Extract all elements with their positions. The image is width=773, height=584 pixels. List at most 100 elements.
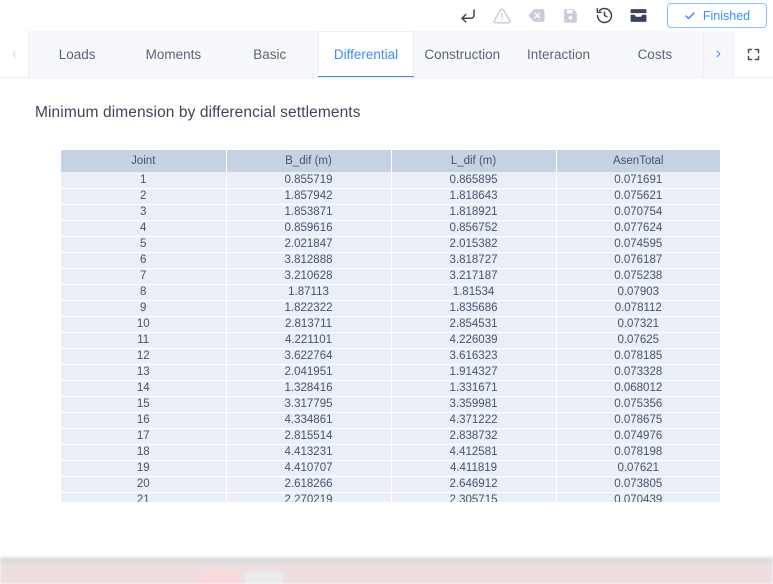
results-table: Joint B_dif (m) L_dif (m) AsenTotal 1 0.8… [61, 150, 720, 502]
table-row[interactable]: 9 1.822322 1.835686 0.078112 [61, 300, 720, 317]
column-header-asentotal: AsenTotal [556, 150, 720, 172]
tabs-prev-arrow-icon[interactable] [0, 31, 28, 77]
tab-costs[interactable]: Costs [606, 31, 703, 77]
table-row[interactable]: 3 1.853871 1.818921 0.070754 [61, 204, 720, 221]
cell-asentotal: 0.076187 [556, 252, 720, 269]
cell-l-dif: 2.646912 [391, 476, 557, 493]
table-row[interactable]: 11 4.221101 4.226039 0.07625 [61, 332, 720, 349]
cell-b-dif: 3.317795 [226, 396, 392, 413]
cell-asentotal: 0.075356 [556, 396, 720, 413]
tab-label: Construction [424, 46, 501, 62]
cell-l-dif: 3.359981 [391, 396, 557, 413]
tab-interaction[interactable]: Interaction [510, 31, 607, 77]
cell-joint: 17 [61, 428, 227, 445]
table-row[interactable]: 13 2.041951 1.914327 0.073328 [61, 364, 720, 381]
page-title: Minimum dimension by differencial settle… [35, 104, 361, 121]
table-row[interactable]: 17 2.815514 2.838732 0.074976 [61, 428, 720, 445]
cell-asentotal: 0.07621 [556, 460, 720, 477]
cell-joint: 6 [61, 252, 227, 269]
taskbar-chip-gray [245, 571, 283, 584]
table-row[interactable]: 2 1.857942 1.818643 0.075621 [61, 188, 720, 205]
cell-b-dif: 2.813711 [226, 316, 392, 333]
inbox-tray-icon[interactable] [621, 1, 655, 31]
tab-label: Costs [637, 46, 673, 62]
table-row[interactable]: 16 4.334861 4.371222 0.078675 [61, 412, 720, 429]
cell-asentotal: 0.07321 [556, 316, 720, 333]
tab-differential[interactable]: Differential [317, 31, 415, 77]
table-row[interactable]: 8 1.87113 1.81534 0.07903 [61, 284, 720, 301]
table-row[interactable]: 18 4.413231 4.412581 0.078198 [61, 444, 720, 461]
cell-l-dif: 4.412581 [391, 444, 557, 461]
tab-loads[interactable]: Loads [29, 31, 126, 77]
cell-joint: 16 [61, 412, 227, 429]
cell-asentotal: 0.078112 [556, 300, 720, 317]
cell-b-dif: 1.853871 [226, 204, 392, 221]
results-table-container[interactable]: Joint B_dif (m) L_dif (m) AsenTotal 1 0.8… [61, 150, 720, 502]
top-toolbar: Finished [0, 0, 773, 31]
table-row[interactable]: 20 2.618266 2.646912 0.073805 [61, 476, 720, 493]
cell-b-dif: 2.815514 [226, 428, 392, 445]
check-icon [684, 10, 696, 22]
cell-b-dif: 3.812888 [226, 252, 392, 269]
save-floppy-icon [553, 1, 587, 31]
cell-joint: 2 [61, 188, 227, 205]
tabs-next-arrow-icon[interactable] [703, 31, 733, 77]
cell-asentotal: 0.068012 [556, 380, 720, 397]
cell-joint: 5 [61, 236, 227, 253]
table-row[interactable]: 21 2.270219 2.305715 0.070439 [61, 492, 720, 502]
cell-joint: 3 [61, 204, 227, 221]
cell-b-dif: 4.334861 [226, 412, 392, 429]
tab-label: Moments [145, 46, 202, 62]
cell-joint: 7 [61, 268, 227, 285]
cell-asentotal: 0.075621 [556, 188, 720, 205]
table-row[interactable]: 6 3.812888 3.818727 0.076187 [61, 252, 720, 269]
page-bottom-spacer [0, 528, 773, 557]
cell-b-dif: 4.413231 [226, 444, 392, 461]
cell-b-dif: 2.618266 [226, 476, 392, 493]
cell-asentotal: 0.070754 [556, 204, 720, 221]
cell-asentotal: 0.074595 [556, 236, 720, 253]
column-header-l-dif: L_dif (m) [391, 150, 557, 172]
fullscreen-expand-icon[interactable] [733, 31, 773, 77]
cell-b-dif: 0.855719 [226, 172, 392, 189]
table-row[interactable]: 19 4.410707 4.411819 0.07621 [61, 460, 720, 477]
cell-b-dif: 4.221101 [226, 332, 392, 349]
cell-l-dif: 2.838732 [391, 428, 557, 445]
cell-joint: 15 [61, 396, 227, 413]
tab-label: Differential [333, 46, 399, 62]
history-clock-icon[interactable] [587, 1, 621, 31]
tab-construction[interactable]: Construction [414, 31, 511, 77]
cell-joint: 8 [61, 284, 227, 301]
cell-l-dif: 1.81534 [391, 284, 557, 301]
finished-button[interactable]: Finished [667, 3, 767, 28]
cell-b-dif: 2.041951 [226, 364, 392, 381]
tab-basic[interactable]: Basic [221, 31, 318, 77]
table-row[interactable]: 10 2.813711 2.854531 0.07321 [61, 316, 720, 333]
cell-b-dif: 3.622764 [226, 348, 392, 365]
cell-l-dif: 0.856752 [391, 220, 557, 237]
taskbar-divider [0, 557, 773, 564]
cell-asentotal: 0.070439 [556, 492, 720, 502]
cell-b-dif: 2.270219 [226, 492, 392, 502]
cell-joint: 18 [61, 444, 227, 461]
tab-moments[interactable]: Moments [125, 31, 222, 77]
table-row[interactable]: 14 1.328416 1.331671 0.068012 [61, 380, 720, 397]
cell-joint: 1 [61, 172, 227, 189]
table-row[interactable]: 15 3.317795 3.359981 0.075356 [61, 396, 720, 413]
table-row[interactable]: 5 2.021847 2.015382 0.074595 [61, 236, 720, 253]
cell-l-dif: 1.818921 [391, 204, 557, 221]
table-row[interactable]: 7 3.210628 3.217187 0.075238 [61, 268, 720, 285]
tabs-container: Loads Moments Basic Differential Constru… [28, 31, 703, 77]
cell-l-dif: 3.818727 [391, 252, 557, 269]
cell-asentotal: 0.074976 [556, 428, 720, 445]
table-row[interactable]: 4 0.859616 0.856752 0.077624 [61, 220, 720, 237]
table-row[interactable]: 1 0.855719 0.865895 0.071691 [61, 172, 720, 189]
tab-label: Loads [58, 46, 96, 62]
enter-return-icon[interactable] [451, 1, 485, 31]
column-header-joint: Joint [61, 150, 227, 172]
cell-l-dif: 1.818643 [391, 188, 557, 205]
cell-l-dif: 4.411819 [391, 460, 557, 477]
cell-asentotal: 0.078185 [556, 348, 720, 365]
table-row[interactable]: 12 3.622764 3.616323 0.078185 [61, 348, 720, 365]
os-taskbar-blurred [0, 557, 773, 584]
